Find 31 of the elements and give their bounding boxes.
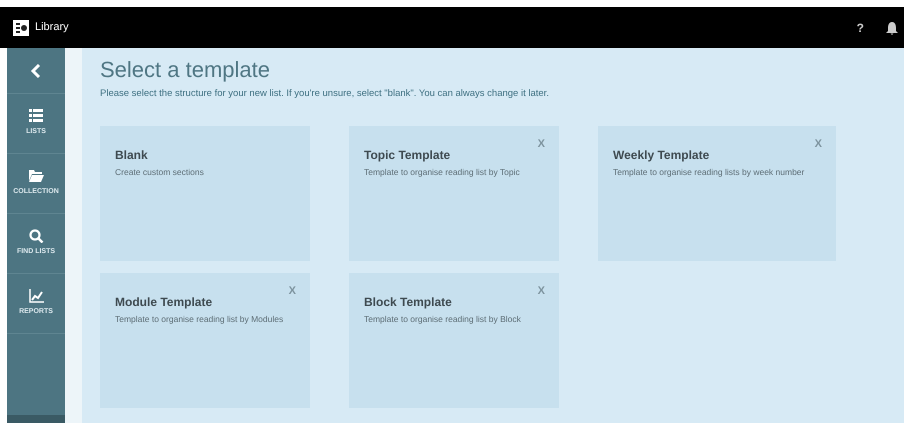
page-title: Select a template (100, 56, 271, 84)
folder-icon (28, 169, 44, 184)
template-card[interactable]: X Topic Template Template to organise reading list by Topic (349, 126, 559, 262)
app-title: Library (35, 20, 69, 36)
help-button[interactable]: ? (856, 18, 864, 36)
line-chart-icon (28, 289, 44, 304)
template-card[interactable]: Blank Create custom sections (100, 126, 310, 262)
search-icon (28, 229, 44, 244)
remove-button[interactable]: X (538, 136, 545, 153)
template-description: Template to organise reading list by Modules (115, 313, 284, 326)
template-title: Weekly Template (613, 147, 710, 164)
notification-bell-icon[interactable] (886, 20, 898, 34)
remove-button[interactable]: X (538, 283, 545, 300)
template-description: Create custom sections (115, 166, 205, 180)
template-title: Blank (115, 147, 149, 164)
template-description: Template to organise reading list by Block (364, 313, 522, 326)
template-title: Block Template (364, 294, 453, 312)
remove-button[interactable]: X (288, 283, 296, 300)
page-subtitle: Please select the structure for your new list. If you're unsure, select "blank". You can always change it later. (100, 87, 550, 101)
template-card[interactable]: X Weekly Template Template to organise reading lists by week number (598, 126, 836, 262)
template-card[interactable]: X Module Template Template to organise reading list by Modules (100, 273, 310, 408)
remove-button[interactable]: X (814, 136, 822, 153)
template-card[interactable]: X Block Template Template to organise reading list by Block (349, 273, 559, 408)
list-icon (28, 109, 44, 124)
back-chevron-icon[interactable] (31, 64, 41, 78)
template-title: Topic Template (364, 147, 452, 164)
sidebar-footer (7, 415, 65, 423)
template-description: Template to organise reading lists by week number (613, 166, 806, 180)
template-description: Template to organise reading list by Topic (364, 166, 521, 180)
library-logo-icon (13, 20, 29, 36)
template-title: Module Template (115, 294, 214, 312)
